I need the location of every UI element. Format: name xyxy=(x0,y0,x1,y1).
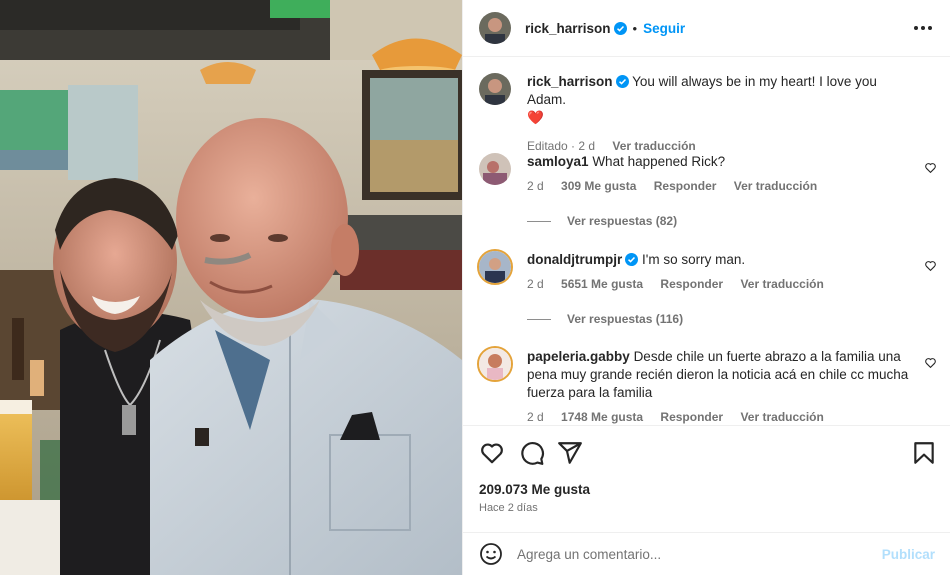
comment-username[interactable]: donaldjtrumpjr xyxy=(527,252,622,267)
post-actions: 209.073 Me gusta Hace 2 días xyxy=(463,425,950,535)
emoji-icon[interactable] xyxy=(479,542,503,566)
share-icon[interactable] xyxy=(557,440,583,466)
comment-input[interactable]: Agrega un comentario... xyxy=(517,547,882,562)
commenter-avatar[interactable] xyxy=(477,249,513,285)
comment-composer: Agrega un comentario... Publicar xyxy=(463,532,950,575)
post-header: rick_harrison • Seguir xyxy=(463,0,950,57)
post-side-panel: rick_harrison • Seguir rick_harrison You… xyxy=(462,0,950,575)
view-replies-button[interactable]: Ver respuestas (116) xyxy=(527,312,683,326)
follow-button[interactable]: Seguir xyxy=(643,21,685,36)
comment-like-heart-icon[interactable] xyxy=(924,161,937,174)
translate-link[interactable]: Ver traducción xyxy=(740,277,823,291)
header-separator: • xyxy=(632,20,638,36)
author-avatar[interactable] xyxy=(479,12,511,44)
comments-list[interactable]: rick_harrison You will always be in my h… xyxy=(463,57,950,425)
comment-text: What happened Rick? xyxy=(592,154,726,169)
comment-item: papeleria.gabby Desde chile un fuerte ab… xyxy=(477,346,939,425)
caption-emoji: ❤️ xyxy=(527,110,544,125)
comment-likes[interactable]: 309 Me gusta xyxy=(561,179,636,193)
heart-icon[interactable] xyxy=(479,440,505,466)
caption-username[interactable]: rick_harrison xyxy=(527,74,613,89)
post-dialog: rick_harrison • Seguir rick_harrison You… xyxy=(0,0,950,575)
comment-likes[interactable]: 1748 Me gusta xyxy=(561,410,643,424)
verified-badge-icon xyxy=(615,75,629,88)
verified-badge-icon xyxy=(625,253,639,266)
comment-time: 2 d xyxy=(527,179,544,193)
translate-link[interactable]: Ver traducción xyxy=(740,410,823,424)
comment-time: 2 d xyxy=(527,410,544,424)
commenter-avatar[interactable] xyxy=(479,153,511,185)
view-replies-label: Ver respuestas (116) xyxy=(567,312,684,326)
caption-translate-link[interactable]: Ver traducción xyxy=(612,139,695,153)
reply-button[interactable]: Responder xyxy=(660,410,723,424)
translate-link[interactable]: Ver traducción xyxy=(734,179,817,193)
view-replies-label: Ver respuestas (82) xyxy=(567,214,678,228)
caption-avatar[interactable] xyxy=(479,73,511,105)
more-options-icon[interactable] xyxy=(913,18,933,38)
publish-button[interactable]: Publicar xyxy=(882,547,935,562)
likes-count[interactable]: 209.073 Me gusta xyxy=(479,482,590,497)
comment-username[interactable]: papeleria.gabby xyxy=(527,349,630,364)
view-replies-button[interactable]: Ver respuestas (82) xyxy=(527,214,677,228)
replies-divider xyxy=(527,220,551,222)
comment-icon[interactable] xyxy=(519,440,545,466)
comment-likes[interactable]: 5651 Me gusta xyxy=(561,277,643,291)
caption-meta: Editado · 2 d xyxy=(527,139,596,153)
verified-badge-icon xyxy=(613,21,627,35)
bookmark-icon[interactable] xyxy=(911,440,937,466)
reply-button[interactable]: Responder xyxy=(660,277,723,291)
author-username[interactable]: rick_harrison xyxy=(525,21,611,36)
comment-like-heart-icon[interactable] xyxy=(924,356,937,369)
post-photo[interactable] xyxy=(0,0,462,575)
comment-time: 2 d xyxy=(527,277,544,291)
reply-button[interactable]: Responder xyxy=(654,179,717,193)
photo-illustration xyxy=(0,0,462,575)
caption: rick_harrison You will always be in my h… xyxy=(479,73,939,153)
comment-text: I'm so sorry man. xyxy=(642,252,746,267)
comment-item: samloya1 What happened Rick? 2 d 309 Me … xyxy=(479,153,939,203)
comment-username[interactable]: samloya1 xyxy=(527,154,589,169)
comment-like-heart-icon[interactable] xyxy=(924,259,937,272)
replies-divider xyxy=(527,318,551,320)
post-time-ago: Hace 2 días xyxy=(479,502,538,514)
comment-item: donaldjtrumpjr I'm so sorry man. 2 d 565… xyxy=(477,249,939,301)
commenter-avatar[interactable] xyxy=(477,346,513,382)
